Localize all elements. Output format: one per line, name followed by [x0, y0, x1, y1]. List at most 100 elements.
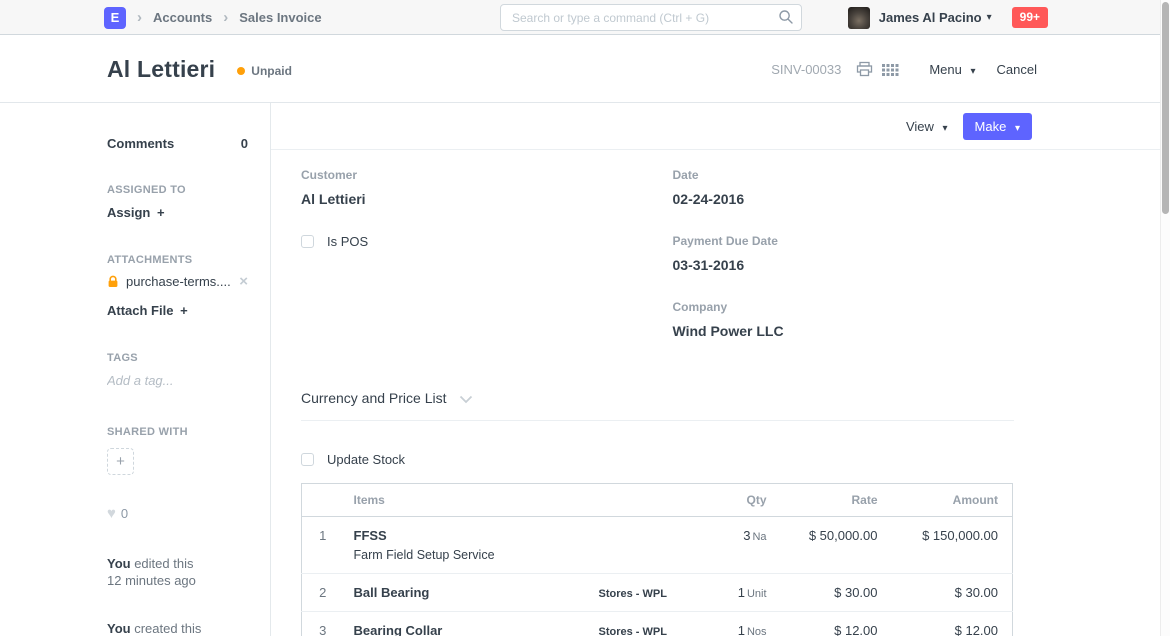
- row-index: 1: [302, 517, 344, 574]
- page-head: Al Lettieri Unpaid SINV-00033: [0, 35, 1170, 103]
- page-scrollbar[interactable]: [1160, 0, 1170, 636]
- activity-time: 12 minutes ago: [107, 573, 196, 588]
- status-label: Unpaid: [251, 64, 292, 78]
- item-rate: $ 12.00: [777, 612, 888, 636]
- form-toolbar: View ▾ Make ▾: [271, 103, 1170, 150]
- item-uom: Nos: [747, 626, 767, 636]
- share-add-button[interactable]: +: [107, 448, 134, 475]
- date-value: 02-24-2016: [673, 191, 1015, 207]
- chevron-down-icon: ▾: [1015, 123, 1020, 134]
- plus-icon: +: [180, 303, 188, 318]
- item-qty: 1: [738, 585, 745, 600]
- date-field[interactable]: Date 02-24-2016: [673, 168, 1015, 207]
- heart-icon[interactable]: ♥: [107, 505, 116, 522]
- activity-action: edited this: [131, 556, 194, 571]
- is-pos-field: Is POS: [301, 234, 643, 249]
- items-grid: Items Qty Rate Amount 1 FFSS Farm Field …: [301, 483, 1013, 636]
- currency-section-toggle[interactable]: Currency and Price List: [301, 376, 1014, 421]
- item-qty: 1: [738, 623, 745, 636]
- print-button[interactable]: [856, 61, 873, 77]
- update-stock-checkbox[interactable]: [301, 453, 314, 466]
- sidebar: Comments 0 ASSIGNED TO Assign + ATTACHME…: [0, 103, 270, 636]
- grid-view-button[interactable]: [882, 62, 899, 77]
- chevron-down-icon: ▾: [971, 66, 976, 77]
- table-row[interactable]: 3 Bearing Collar Stores - WPL 1Nos $ 12.…: [302, 612, 1013, 636]
- comments-label: Comments: [107, 136, 174, 151]
- item-warehouse: Stores - WPL: [599, 626, 667, 636]
- search-input[interactable]: [500, 4, 802, 31]
- chevron-down-icon: ▾: [943, 123, 948, 134]
- attachments-label: ATTACHMENTS: [107, 254, 248, 266]
- comments-count: 0: [241, 136, 248, 151]
- is-pos-checkbox[interactable]: [301, 235, 314, 248]
- main-content: View ▾ Make ▾ Customer Al Lettieri: [270, 103, 1170, 636]
- invoice-form: Customer Al Lettieri Is POS Date 02-24-2…: [271, 150, 1170, 636]
- notifications-badge[interactable]: 99+: [1012, 7, 1048, 27]
- user-name: James Al Pacino: [879, 10, 982, 25]
- avatar[interactable]: [848, 7, 870, 29]
- item-name: Ball Bearing: [354, 585, 579, 600]
- items-grid-header: Items Qty Rate Amount: [302, 484, 1013, 517]
- customer-label: Customer: [301, 168, 643, 182]
- activity-action: created this: [131, 621, 202, 636]
- due-date-field[interactable]: Payment Due Date 03-31-2016: [673, 234, 1015, 273]
- remove-attachment-button[interactable]: ×: [239, 273, 248, 290]
- search-icon: [778, 9, 794, 25]
- breadcrumb-item-accounts[interactable]: Accounts: [153, 10, 212, 25]
- item-warehouse: Stores - WPL: [599, 588, 667, 600]
- chevron-down-icon: ▾: [987, 12, 992, 23]
- currency-section-label: Currency and Price List: [301, 390, 447, 406]
- tag-input[interactable]: [107, 373, 248, 388]
- item-rate: $ 30.00: [777, 574, 888, 612]
- menu-button[interactable]: Menu ▾: [929, 62, 975, 77]
- user-menu[interactable]: James Al Pacino ▾ 99+: [848, 0, 1048, 35]
- chevron-down-icon: [459, 395, 473, 404]
- app-logo[interactable]: E: [104, 7, 126, 29]
- customer-value: Al Lettieri: [301, 191, 643, 207]
- company-value: Wind Power LLC: [673, 323, 1015, 339]
- customer-field[interactable]: Customer Al Lettieri: [301, 168, 643, 207]
- make-button[interactable]: Make ▾: [963, 113, 1032, 140]
- due-date-value: 03-31-2016: [673, 257, 1015, 273]
- company-field[interactable]: Company Wind Power LLC: [673, 300, 1015, 339]
- item-uom: Na: [752, 531, 766, 543]
- status-badge: Unpaid: [237, 64, 292, 78]
- due-date-label: Payment Due Date: [673, 234, 1015, 248]
- item-uom: Unit: [747, 588, 767, 600]
- item-amount: $ 150,000.00: [888, 517, 1013, 574]
- like-count: 0: [121, 506, 128, 521]
- breadcrumb-item-sales-invoice[interactable]: Sales Invoice: [239, 10, 321, 25]
- item-name: FFSS: [354, 528, 579, 543]
- item-name: Bearing Collar: [354, 623, 579, 636]
- item-rate: $ 50,000.00: [777, 517, 888, 574]
- col-items: Items: [344, 484, 589, 517]
- plus-icon: +: [157, 205, 165, 220]
- col-rate: Rate: [777, 484, 888, 517]
- view-dropdown[interactable]: View ▾: [906, 119, 948, 134]
- breadcrumb-chevron-icon: ›: [137, 10, 142, 25]
- activity-actor: You: [107, 556, 131, 571]
- app-window: E › Accounts › Sales Invoice James Al Pa…: [0, 0, 1170, 636]
- comments-link[interactable]: Comments 0: [107, 136, 248, 151]
- table-row[interactable]: 1 FFSS Farm Field Setup Service 3Na $ 50…: [302, 517, 1013, 574]
- table-row[interactable]: 2 Ball Bearing Stores - WPL 1Unit $ 30.0…: [302, 574, 1013, 612]
- attachment-item[interactable]: purchase-terms.... ×: [107, 273, 248, 290]
- grid-icon: [882, 62, 899, 77]
- company-label: Company: [673, 300, 1015, 314]
- date-label: Date: [673, 168, 1015, 182]
- item-amount: $ 12.00: [888, 612, 1013, 636]
- attachment-name[interactable]: purchase-terms....: [126, 274, 239, 289]
- scrollbar-thumb[interactable]: [1162, 2, 1169, 214]
- assign-button[interactable]: Assign +: [107, 205, 248, 220]
- tags-label: TAGS: [107, 352, 248, 364]
- attach-file-button[interactable]: Attach File +: [107, 303, 248, 318]
- plus-icon: +: [116, 453, 125, 470]
- printer-icon: [856, 61, 873, 77]
- breadcrumb-chevron-icon: ›: [223, 10, 228, 25]
- activity-actor: You: [107, 621, 131, 636]
- global-search: [500, 4, 802, 31]
- cancel-button[interactable]: Cancel: [997, 62, 1037, 77]
- breadcrumb: E › Accounts › Sales Invoice: [104, 0, 322, 35]
- is-pos-label: Is POS: [327, 234, 368, 249]
- status-dot-icon: [237, 67, 245, 75]
